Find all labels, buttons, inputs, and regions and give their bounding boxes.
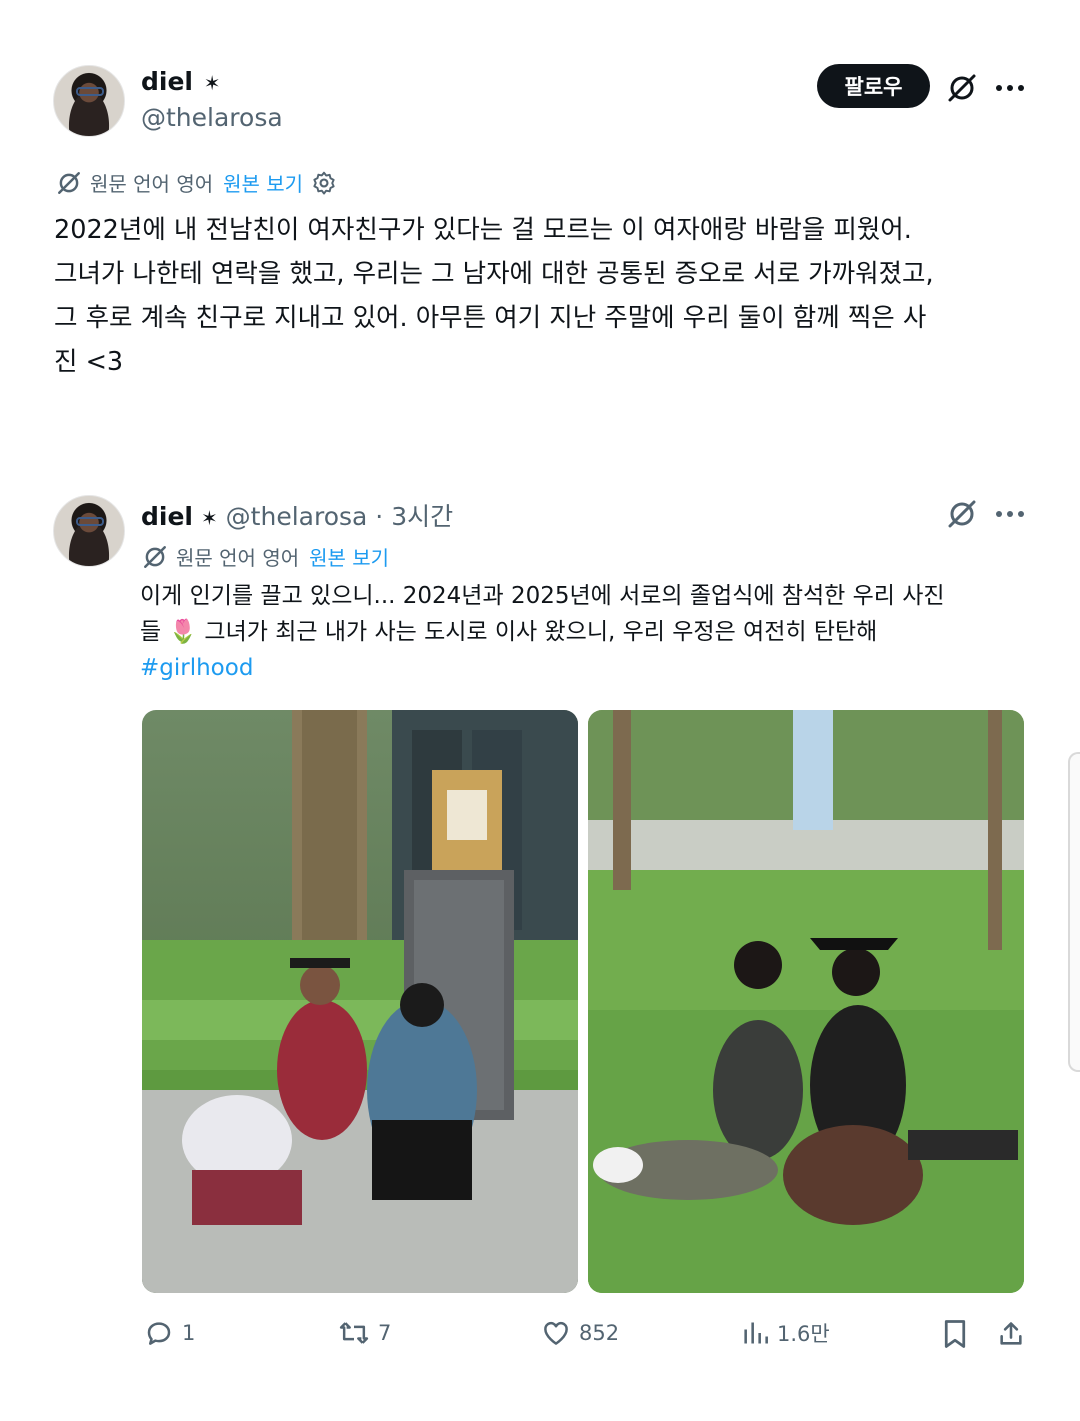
- grok-icon[interactable]: [944, 70, 980, 106]
- translation-source-label: 원문 언어 영어: [176, 546, 300, 570]
- repost-icon: [339, 1322, 369, 1344]
- more-options-icon[interactable]: [992, 70, 1028, 106]
- heart-icon: [544, 1321, 568, 1345]
- reply-icon: [147, 1322, 171, 1345]
- settings-gear-icon[interactable]: [311, 170, 337, 196]
- star-badge-icon: ✶: [200, 506, 218, 530]
- reply-count: 1: [182, 1321, 196, 1345]
- view-count: 1.6만: [777, 1322, 830, 1346]
- translation-info: 원문 언어 영어 원본 보기: [56, 168, 337, 197]
- photo-2[interactable]: [588, 710, 1024, 1293]
- avatar-glasses-detail: [76, 517, 104, 526]
- user-handle[interactable]: @thelarosa: [141, 103, 283, 132]
- photo-1-image: [142, 710, 578, 1293]
- like-button[interactable]: 852: [541, 1318, 619, 1348]
- quoted-avatar[interactable]: [53, 495, 125, 567]
- avatar[interactable]: [53, 65, 125, 137]
- repost-button[interactable]: 7: [338, 1318, 391, 1348]
- show-original-link[interactable]: 원본 보기: [309, 542, 389, 571]
- hashtag-link[interactable]: #girlhood: [140, 650, 1030, 686]
- tweet-text: 2022년에 내 전남친이 여자친구가 있다는 걸 모르는 이 여자애랑 바람을…: [54, 215, 934, 377]
- quoted-text-line1: 이게 인기를 끌고 있으니... 2024년과 2025년에 서로의 졸업식에 …: [140, 583, 945, 609]
- timestamp[interactable]: 3시간: [391, 502, 453, 531]
- display-name-text: diel: [141, 67, 193, 96]
- star-badge-icon: ✶: [203, 71, 221, 95]
- bookmark-icon[interactable]: [940, 1318, 970, 1350]
- reply-button[interactable]: 1: [144, 1318, 195, 1348]
- like-count: 852: [579, 1321, 620, 1345]
- quoted-display-name[interactable]: diel: [141, 502, 193, 531]
- repost-count: 7: [378, 1321, 392, 1345]
- photo-2-image: [588, 710, 1024, 1293]
- quoted-tweet-text: 이게 인기를 끌고 있으니... 2024년과 2025년에 서로의 졸업식에 …: [140, 578, 1030, 686]
- quoted-header: diel ✶ @thelarosa · 3시간: [141, 497, 453, 533]
- show-original-link[interactable]: 원본 보기: [223, 168, 303, 197]
- views-button[interactable]: 1.6만: [741, 1318, 830, 1348]
- display-name[interactable]: diel ✶: [141, 67, 220, 96]
- grok-icon[interactable]: [944, 496, 980, 532]
- analytics-icon: [744, 1322, 768, 1344]
- translation-source-label: 원문 언어 영어: [90, 172, 214, 196]
- quoted-text-line2: 들 🌷 그녀가 최근 내가 사는 도시로 이사 왔으니, 우리 우정은 여전히 …: [140, 619, 878, 645]
- quoted-translation-info: 원문 언어 영어 원본 보기: [142, 542, 389, 571]
- translate-icon: [144, 545, 166, 568]
- follow-button[interactable]: 팔로우: [817, 64, 930, 108]
- avatar-glasses-detail: [76, 87, 104, 96]
- separator-dot: ·: [375, 502, 384, 531]
- more-options-icon[interactable]: [992, 496, 1028, 532]
- quoted-handle[interactable]: @thelarosa: [226, 502, 368, 531]
- photo-1[interactable]: [142, 710, 578, 1293]
- translate-icon: [58, 171, 80, 194]
- share-icon[interactable]: [995, 1318, 1027, 1350]
- side-scroll-handle[interactable]: [1068, 752, 1080, 1072]
